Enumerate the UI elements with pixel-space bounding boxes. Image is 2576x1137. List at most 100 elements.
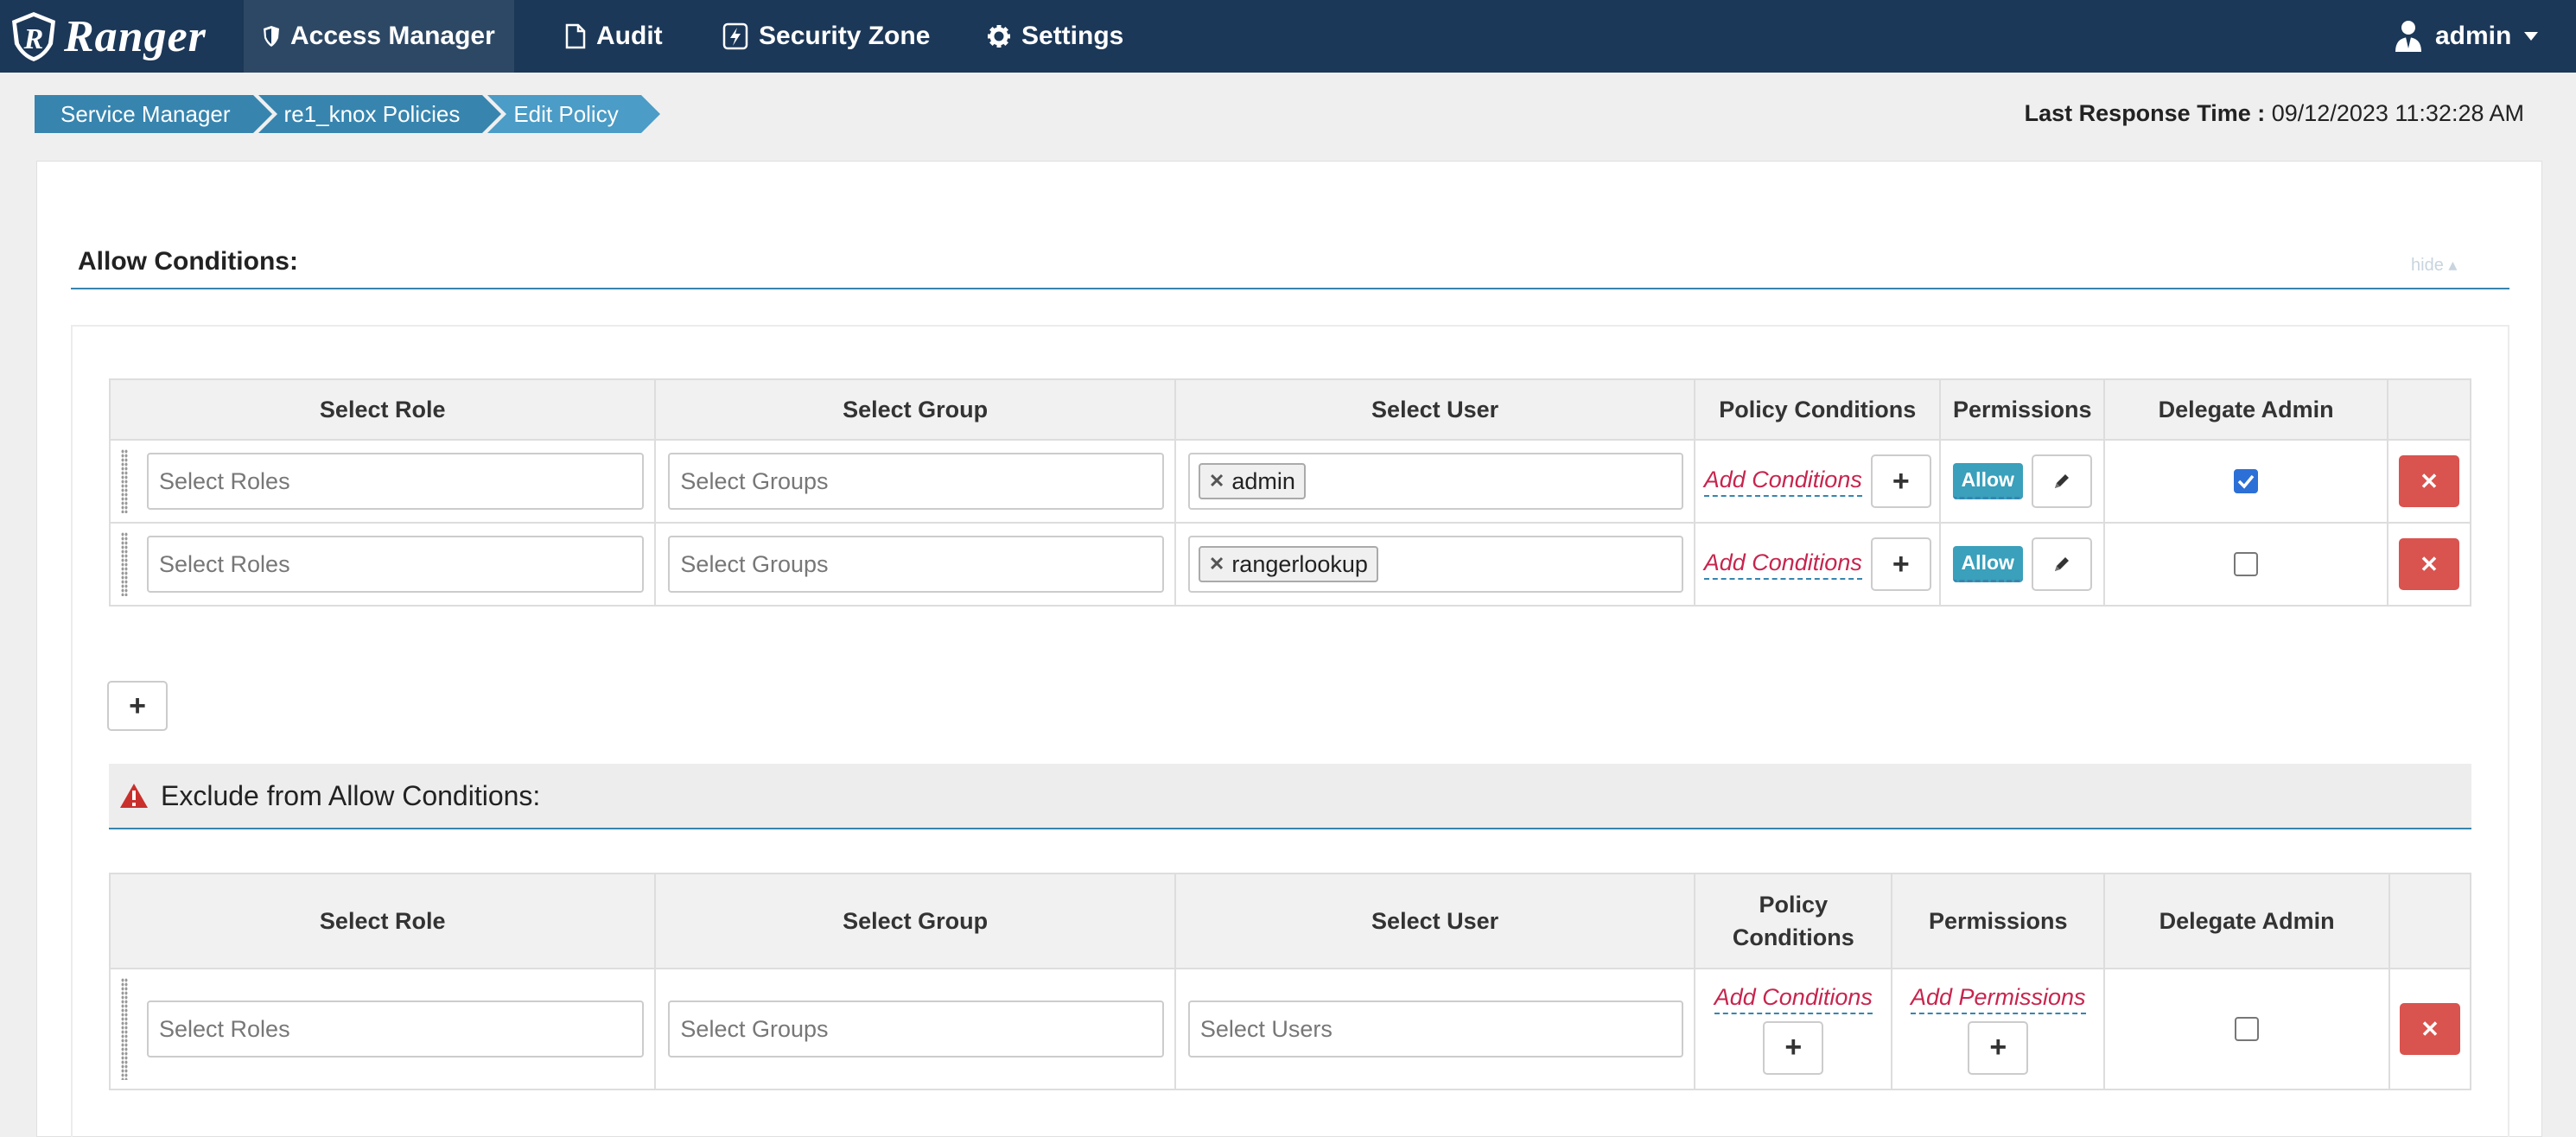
close-icon: ✕	[2420, 550, 2439, 577]
bolt-icon	[722, 22, 748, 50]
drag-handle[interactable]	[121, 449, 128, 513]
header-select-user: Select User	[1174, 378, 1696, 441]
delegate-admin-checkbox[interactable]	[2235, 1017, 2260, 1041]
edit-permissions-button[interactable]	[2031, 454, 2092, 508]
groups-input[interactable]: Select Groups	[668, 1000, 1164, 1058]
delegate-admin-checkbox[interactable]	[2234, 552, 2259, 576]
add-condition-button[interactable]: +	[1870, 454, 1931, 508]
allow-conditions-table: Select Role Select Group Select User Pol…	[108, 378, 2472, 607]
breadcrumb-edit-policy: Edit Policy	[487, 95, 666, 133]
permission-badge[interactable]: Allow	[1952, 463, 2023, 499]
header-actions	[2386, 378, 2472, 441]
header-select-role: Select Role	[108, 378, 657, 441]
plus-icon: +	[1892, 547, 1910, 581]
caret-down-icon	[2524, 32, 2539, 41]
caret-up-icon: ▴	[2448, 256, 2458, 275]
roles-input[interactable]: Select Roles	[147, 453, 645, 510]
user-menu[interactable]: admin	[2394, 0, 2539, 73]
header-actions	[2388, 873, 2472, 969]
add-condition-button[interactable]: +	[1870, 537, 1931, 591]
user-tag: ✕ admin	[1198, 463, 1306, 499]
delete-row-button[interactable]: ✕	[2398, 538, 2459, 590]
table-row: Select Roles Select Groups ✕ rangerlookup…	[108, 522, 2472, 607]
groups-input[interactable]: Select Groups	[668, 453, 1164, 510]
nav-label: Settings	[1021, 22, 1124, 50]
table-header-row: Select Role Select Group Select User Pol…	[108, 378, 2472, 441]
nav-label: Access Manager	[290, 22, 495, 50]
users-input[interactable]: ✕ admin	[1187, 453, 1684, 510]
permission-badge[interactable]: Allow	[1952, 546, 2023, 582]
header-select-user: Select User	[1174, 873, 1696, 969]
check-icon	[2237, 474, 2255, 489]
breadcrumb-service-manager[interactable]: Service Manager	[35, 95, 277, 133]
header-policy-conditions: Policy Conditions	[1694, 873, 1893, 969]
roles-input[interactable]: Select Roles	[147, 1000, 645, 1058]
breadcrumb: Service Manager re1_knox Policies Edit P…	[35, 95, 666, 133]
add-permissions-link[interactable]: Add Permissions	[1910, 984, 2086, 1014]
breadcrumb-policies[interactable]: re1_knox Policies	[258, 95, 507, 133]
nav-settings[interactable]: Settings	[968, 0, 1142, 73]
user-icon	[2395, 21, 2421, 52]
header-permissions: Permissions	[1939, 378, 2106, 441]
shield-icon	[264, 26, 279, 47]
header-delegate-admin: Delegate Admin	[2103, 873, 2390, 969]
plus-icon: +	[1892, 464, 1910, 498]
gear-icon	[988, 25, 1010, 48]
last-response-value: 09/12/2023 11:32:28 AM	[2271, 100, 2524, 126]
plus-icon: +	[129, 689, 146, 722]
last-response-label: Last Response Time :	[2024, 100, 2266, 126]
exclude-conditions-table: Select Role Select Group Select User Pol…	[108, 873, 2472, 1090]
pencil-icon	[2054, 474, 2069, 488]
delete-row-button[interactable]: ✕	[2399, 1003, 2460, 1055]
svg-text:R: R	[23, 23, 44, 55]
header-delegate-admin: Delegate Admin	[2103, 378, 2388, 441]
last-response-time: Last Response Time : 09/12/2023 11:32:28…	[2025, 100, 2524, 127]
table-row: Select Roles Select Groups ✕ admin Add Co…	[108, 439, 2472, 524]
user-name: admin	[2435, 22, 2512, 50]
table-header-row: Select Role Select Group Select User Pol…	[108, 873, 2472, 969]
remove-tag-icon[interactable]: ✕	[1209, 553, 1224, 575]
drag-handle[interactable]	[121, 978, 128, 1080]
user-tag-label: rangerlookup	[1231, 550, 1368, 577]
add-allow-row-button[interactable]: +	[107, 681, 168, 731]
nav-security-zone[interactable]: Security Zone	[703, 0, 949, 73]
nav-access-manager[interactable]: Access Manager	[244, 0, 514, 73]
section-divider	[71, 288, 2509, 289]
plus-icon: +	[1989, 1031, 2007, 1064]
ranger-logo[interactable]: R Ranger	[7, 7, 207, 66]
users-input[interactable]: Select Users	[1187, 1000, 1684, 1058]
edit-permissions-button[interactable]	[2031, 537, 2092, 591]
plus-icon: +	[1784, 1031, 1803, 1064]
header-policy-conditions: Policy Conditions	[1694, 378, 1942, 441]
add-conditions-link[interactable]: Add Conditions	[1703, 549, 1862, 580]
nav-audit[interactable]: Audit	[546, 0, 682, 73]
top-navbar: R Ranger Access Manager Audit Security Z…	[0, 0, 2576, 73]
add-conditions-link[interactable]: Add Conditions	[1714, 984, 1873, 1014]
drag-handle[interactable]	[121, 532, 128, 596]
delegate-admin-checkbox[interactable]	[2234, 469, 2259, 493]
user-tag-label: admin	[1231, 467, 1295, 494]
add-condition-button[interactable]: +	[1763, 1020, 1824, 1075]
hide-label: hide	[2411, 256, 2444, 275]
groups-input[interactable]: Select Groups	[668, 536, 1164, 593]
header-permissions: Permissions	[1891, 873, 2106, 969]
warning-icon	[120, 784, 148, 808]
exclude-section-title: Exclude from Allow Conditions:	[161, 779, 541, 811]
ranger-badge-icon: R	[12, 12, 55, 61]
header-select-group: Select Group	[654, 378, 1176, 441]
exclude-section-header: Exclude from Allow Conditions:	[109, 764, 2471, 829]
users-input[interactable]: ✕ rangerlookup	[1187, 536, 1684, 593]
hide-toggle[interactable]: hide ▴	[2411, 254, 2457, 276]
header-select-group: Select Group	[654, 873, 1176, 969]
delete-row-button[interactable]: ✕	[2398, 455, 2459, 507]
allow-conditions-title: Allow Conditions:	[78, 247, 298, 276]
file-icon	[565, 23, 586, 49]
table-row: Select Roles Select Groups Select Users …	[108, 968, 2472, 1090]
pencil-icon	[2054, 557, 2069, 571]
header-select-role: Select Role	[108, 873, 657, 969]
add-permission-button[interactable]: +	[1968, 1020, 2029, 1075]
remove-tag-icon[interactable]: ✕	[1209, 470, 1224, 492]
add-conditions-link[interactable]: Add Conditions	[1703, 467, 1862, 497]
roles-input[interactable]: Select Roles	[147, 536, 645, 593]
nav-label: Audit	[596, 22, 663, 50]
